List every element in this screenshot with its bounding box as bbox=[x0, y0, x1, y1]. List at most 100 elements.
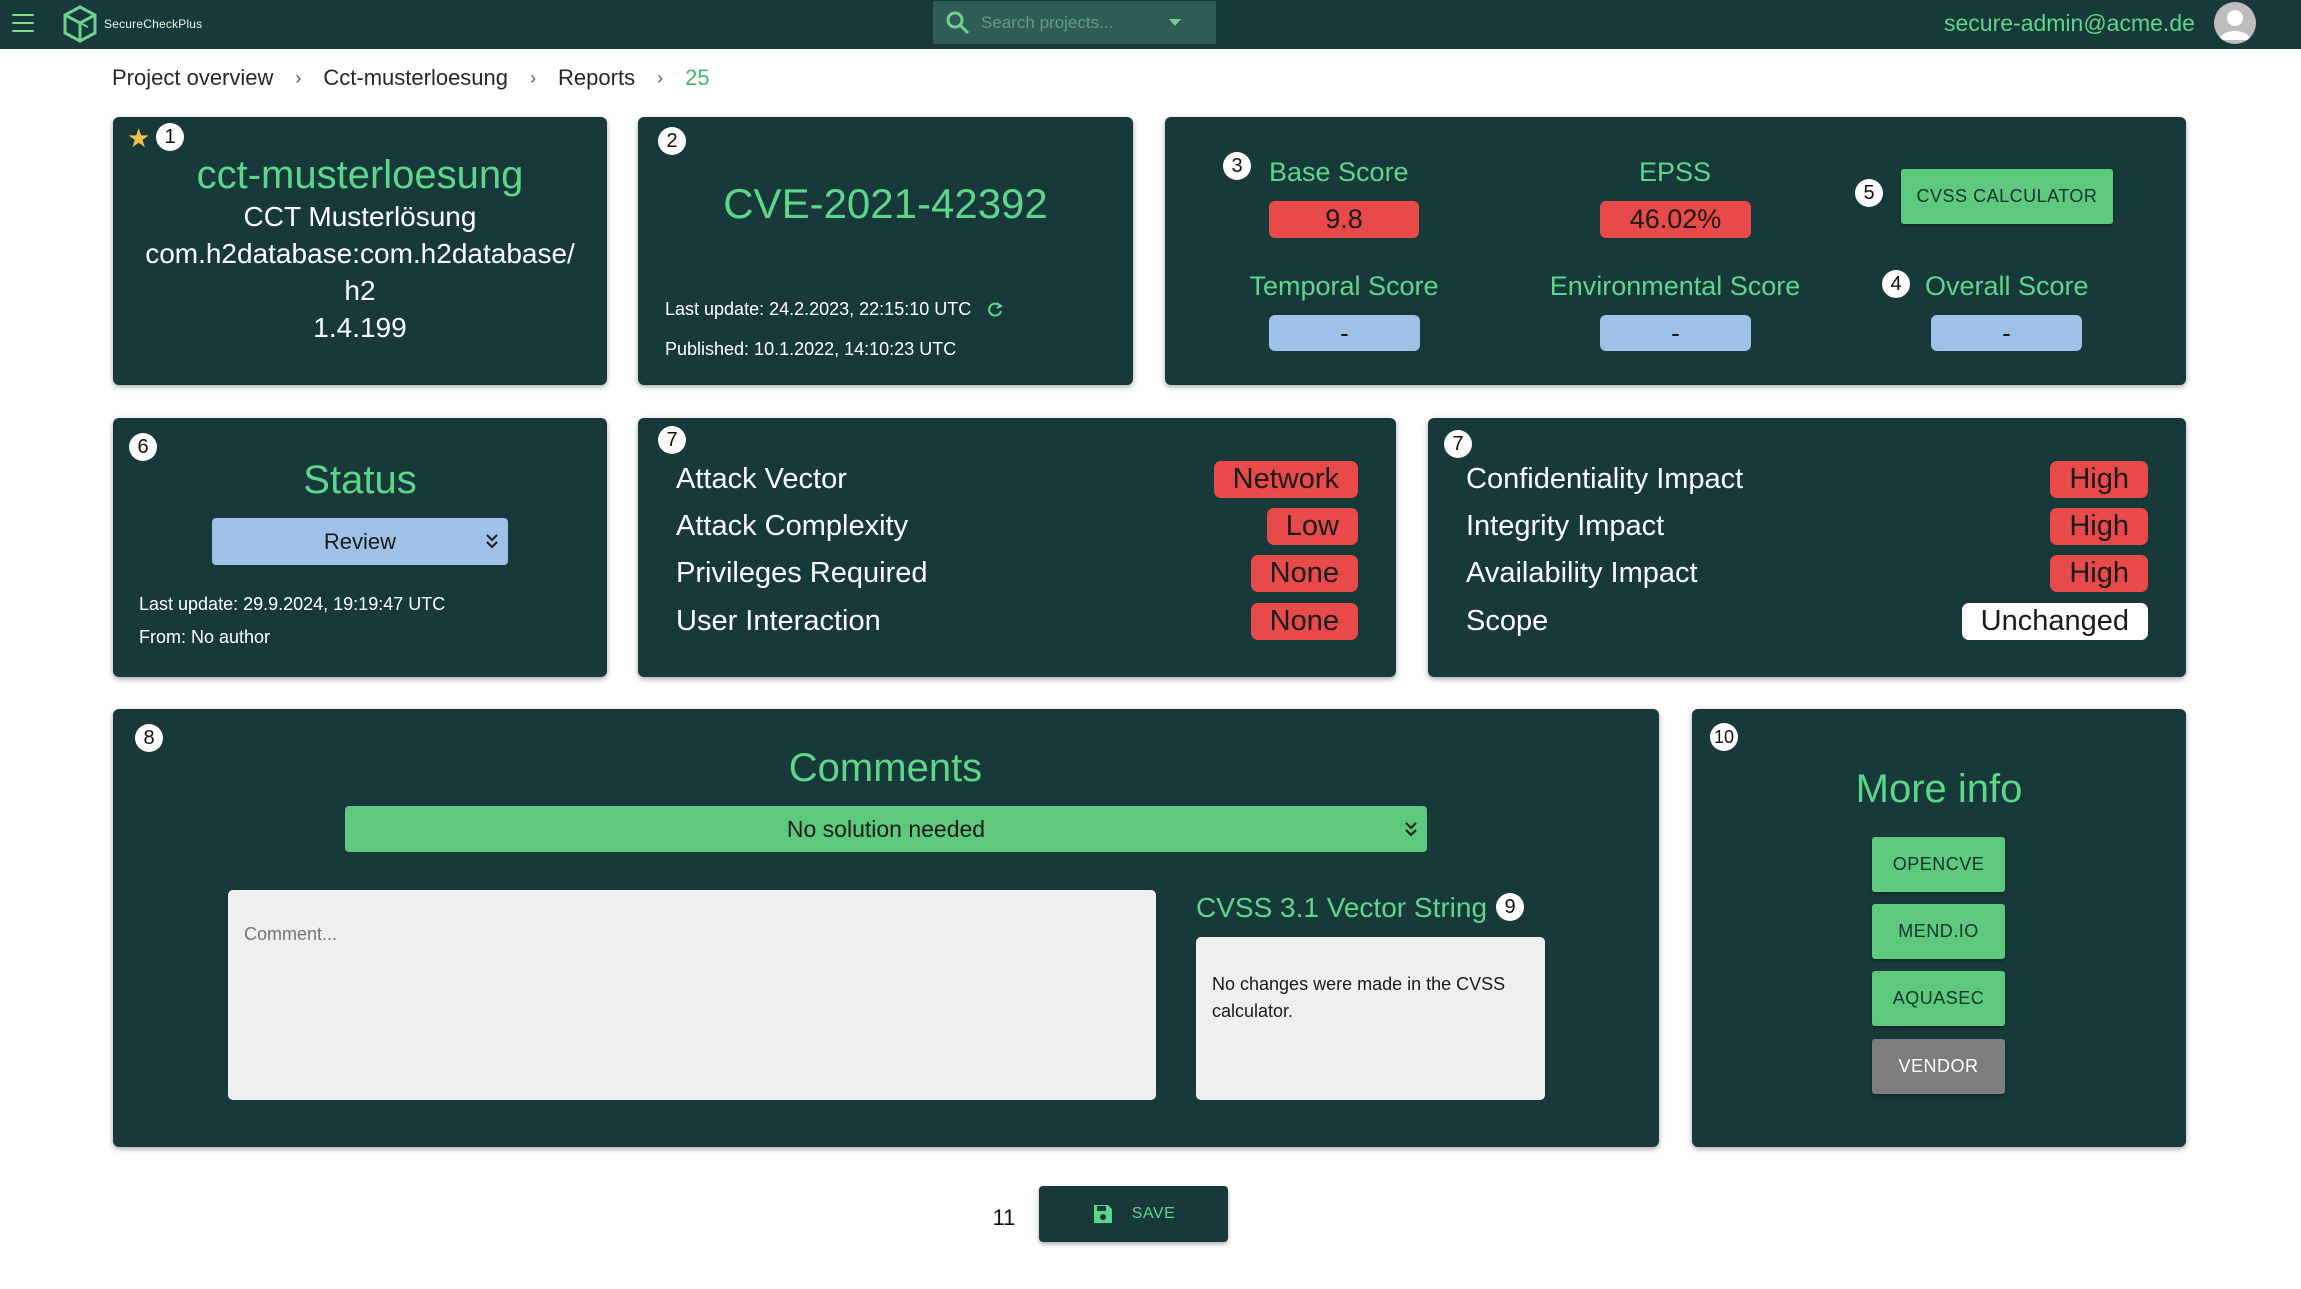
package-name-line2: h2 bbox=[344, 275, 376, 306]
environmental-score-value: - bbox=[1600, 315, 1751, 351]
status-author: From: No author bbox=[139, 627, 271, 647]
overall-score-label: Overall Score bbox=[1925, 271, 2089, 301]
status-selected-value: Review bbox=[323, 528, 397, 554]
breadcrumb-current: 25 bbox=[685, 65, 710, 90]
status-select[interactable]: Review bbox=[212, 518, 508, 565]
project-display-name: CCT Musterlösung bbox=[243, 201, 477, 232]
metric-value: Low bbox=[1266, 507, 1358, 545]
chevron-right-icon: › bbox=[657, 67, 664, 88]
metric-value: None bbox=[1250, 554, 1358, 592]
metric-row-privileges-required: Privileges Required None bbox=[676, 553, 1358, 593]
metric-label: Scope bbox=[1466, 604, 1549, 637]
metric-label: User Interaction bbox=[676, 604, 881, 637]
project-search[interactable] bbox=[933, 1, 1216, 44]
metric-row-availability: Availability Impact High bbox=[1466, 553, 2148, 593]
breadcrumb-project-overview[interactable]: Project overview bbox=[112, 65, 273, 91]
vector-string-text: No changes were made in the CVSS calcula… bbox=[1212, 974, 1506, 1021]
metric-row-attack-complexity: Attack Complexity Low bbox=[676, 506, 1358, 546]
opencve-link-button[interactable]: OPENCVE bbox=[1872, 837, 2005, 892]
marker-6: 6 bbox=[129, 433, 157, 461]
cvss-calculator-button[interactable]: CVSS CALCULATOR bbox=[1901, 169, 2113, 224]
double-chevron-down-icon bbox=[486, 534, 498, 549]
cve-card: 2 CVE-2021-42392 Last update: 24.2.2023,… bbox=[638, 117, 1133, 385]
metric-value: High bbox=[2050, 507, 2148, 545]
double-chevron-down-icon bbox=[1405, 822, 1417, 837]
metric-value: None bbox=[1250, 602, 1358, 640]
environmental-score-label: Environmental Score bbox=[1549, 271, 1801, 301]
user-email[interactable]: secure-admin@acme.de bbox=[1944, 10, 2195, 37]
marker-9: 9 bbox=[1496, 893, 1524, 921]
metric-row-scope: Scope Unchanged bbox=[1466, 601, 2148, 641]
mend-io-link-button[interactable]: MEND.IO bbox=[1872, 904, 2005, 959]
metric-label: Availability Impact bbox=[1466, 556, 1698, 589]
metric-label: Integrity Impact bbox=[1466, 509, 1665, 542]
base-score-label: Base Score bbox=[1269, 157, 1409, 187]
metric-value: Network bbox=[1213, 460, 1358, 498]
package-version: 1.4.199 bbox=[313, 312, 407, 343]
search-icon bbox=[943, 8, 973, 38]
breadcrumb-project[interactable]: Cct-musterloesung bbox=[323, 65, 508, 91]
floppy-disk-icon bbox=[1093, 1205, 1112, 1223]
refresh-icon[interactable] bbox=[985, 300, 1005, 320]
solution-select[interactable]: No solution needed bbox=[345, 806, 1427, 852]
vector-string-title: CVSS 3.1 Vector String bbox=[1196, 892, 1488, 923]
cve-published: Published: 10.1.2022, 14:10:23 UTC bbox=[665, 339, 957, 359]
metric-row-integrity: Integrity Impact High bbox=[1466, 506, 2148, 546]
status-last-update: Last update: 29.9.2024, 19:19:47 UTC bbox=[139, 594, 446, 614]
metric-label: Attack Complexity bbox=[676, 509, 909, 542]
vendor-link-button[interactable]: VENDOR bbox=[1872, 1039, 2005, 1094]
avatar[interactable] bbox=[2214, 2, 2256, 44]
metric-row-user-interaction: User Interaction None bbox=[676, 601, 1358, 641]
status-title: Status bbox=[303, 458, 417, 502]
metric-value: Unchanged bbox=[1961, 602, 2148, 640]
marker-1: 1 bbox=[156, 123, 184, 151]
marker-4: 4 bbox=[1882, 270, 1910, 298]
metric-label: Privileges Required bbox=[676, 556, 928, 589]
solution-selected-value: No solution needed bbox=[786, 815, 986, 842]
base-score-value: 9.8 bbox=[1269, 201, 1419, 238]
chevron-down-icon[interactable] bbox=[1169, 19, 1181, 26]
comments-card: 8 Comments No solution needed CVSS 3.1 V… bbox=[113, 709, 1659, 1147]
metric-row-attack-vector: Attack Vector Network bbox=[676, 459, 1358, 499]
app-name: SecureCheckPlus bbox=[104, 17, 203, 31]
save-button-label: SAVE bbox=[1131, 1205, 1176, 1222]
chevron-right-icon: › bbox=[530, 67, 537, 88]
marker-10: 10 bbox=[1710, 723, 1738, 751]
save-button[interactable]: SAVE bbox=[1039, 1186, 1228, 1242]
metric-label: Attack Vector bbox=[676, 462, 847, 495]
logo-cube-icon bbox=[63, 5, 97, 43]
app-logo[interactable]: SecureCheckPlus bbox=[62, 4, 202, 44]
exploitability-card: 7 Attack Vector Network Attack Complexit… bbox=[638, 418, 1396, 677]
temporal-score-value: - bbox=[1269, 315, 1420, 351]
aquasec-link-button[interactable]: AQUASEC bbox=[1872, 971, 2005, 1026]
scores-card: 3 Base Score 9.8 EPSS 46.02% 5 CVSS CALC… bbox=[1165, 117, 2186, 385]
metric-label: Confidentiality Impact bbox=[1466, 462, 1744, 495]
comment-textarea[interactable] bbox=[228, 890, 1156, 1100]
status-card: 6 Status Review Last update: 29.9.2024, … bbox=[113, 418, 607, 677]
more-info-card: 10 More info OPENCVE MEND.IO AQUASEC VEN… bbox=[1692, 709, 2186, 1147]
overall-score-value: - bbox=[1931, 315, 2082, 351]
cve-id[interactable]: CVE-2021-42392 bbox=[638, 180, 1133, 228]
metric-value: High bbox=[2050, 460, 2148, 498]
impact-card: 7 Confidentiality Impact High Integrity … bbox=[1428, 418, 2186, 677]
epss-label: EPSS bbox=[1638, 157, 1712, 187]
breadcrumb: Project overview › Cct-musterloesung › R… bbox=[112, 65, 710, 91]
top-app-bar: SecureCheckPlus secure-admin@acme.de bbox=[0, 0, 2301, 49]
favorite-star-icon[interactable]: ★ bbox=[127, 123, 150, 154]
search-input[interactable] bbox=[981, 12, 1161, 33]
cve-last-update: Last update: 24.2.2023, 22:15:10 UTC bbox=[665, 299, 972, 319]
vector-string-box: No changes were made in the CVSS calcula… bbox=[1196, 937, 1545, 1100]
temporal-score-label: Temporal Score bbox=[1249, 271, 1439, 301]
metric-value: High bbox=[2050, 554, 2148, 592]
more-info-title: More info bbox=[1855, 767, 2023, 811]
marker-2: 2 bbox=[658, 127, 686, 155]
comments-title: Comments bbox=[788, 746, 983, 790]
menu-icon[interactable] bbox=[12, 14, 34, 34]
user-icon bbox=[2219, 10, 2251, 40]
marker-7a: 7 bbox=[658, 426, 686, 454]
marker-11: 11 bbox=[988, 1202, 1020, 1234]
marker-3: 3 bbox=[1223, 152, 1251, 180]
marker-5: 5 bbox=[1855, 179, 1883, 207]
project-card: ★ 1 cct-musterloesung CCT Musterlösung c… bbox=[113, 117, 607, 385]
breadcrumb-reports[interactable]: Reports bbox=[558, 65, 635, 91]
